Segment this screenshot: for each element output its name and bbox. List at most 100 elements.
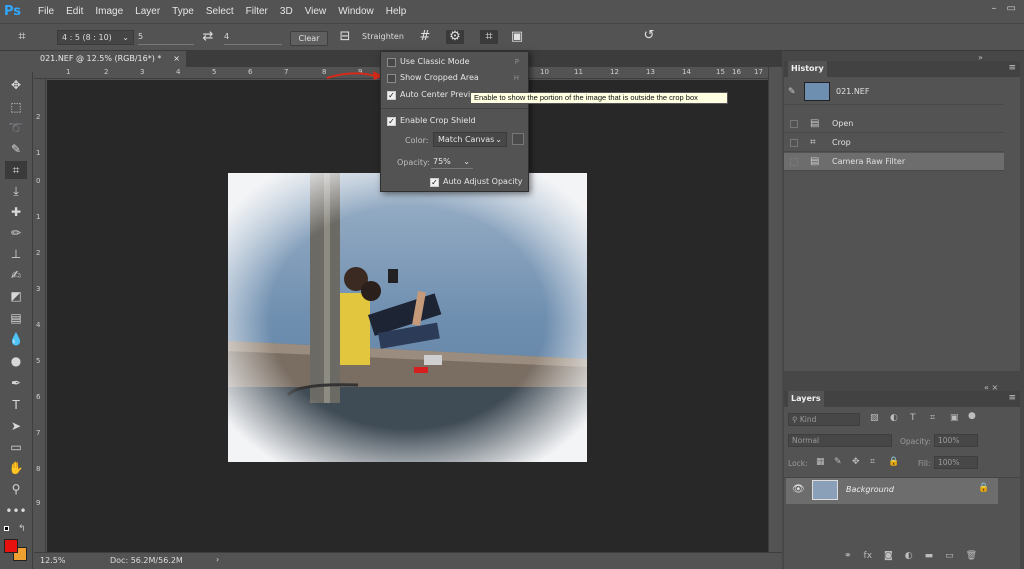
add-mask-icon[interactable]: ◙ xyxy=(884,551,893,567)
menu-window[interactable]: Window xyxy=(338,6,374,17)
use-classic-mode-option[interactable]: Use Classic Mode P xyxy=(387,56,527,68)
lock-position-icon[interactable]: ✥ xyxy=(852,457,860,467)
checkbox-checked[interactable]: ✓ xyxy=(387,116,396,126)
shape-filter-icon[interactable]: ⌗ xyxy=(930,413,935,423)
layers-panel-title[interactable]: Layers xyxy=(788,391,824,407)
blend-mode-select[interactable]: Normal xyxy=(788,434,892,447)
swap-dimensions-icon[interactable]: ⇄ xyxy=(200,30,216,44)
trash-icon[interactable]: 🗑 xyxy=(966,551,977,567)
color-select[interactable]: Match Canvas ⌄ xyxy=(433,132,507,147)
history-item[interactable]: ▤ Open xyxy=(784,115,1004,133)
show-cropped-area-option[interactable]: Show Cropped Area H xyxy=(387,72,527,84)
clear-button[interactable]: Clear xyxy=(290,31,328,46)
lasso-tool-icon[interactable]: ➰ xyxy=(5,119,27,137)
layer-fill-input[interactable]: 100% xyxy=(934,456,978,469)
blur-tool-icon[interactable]: 💧 xyxy=(5,330,27,348)
menu-filter[interactable]: Filter xyxy=(246,6,268,17)
healing-brush-tool-icon[interactable]: ✚ xyxy=(5,203,27,221)
menu-select[interactable]: Select xyxy=(206,6,234,17)
minimize-button[interactable]: – xyxy=(992,3,997,14)
checkbox[interactable] xyxy=(387,73,396,83)
color-swatch[interactable] xyxy=(512,133,524,145)
gradient-tool-icon[interactable]: ▤ xyxy=(5,309,27,327)
layer-opacity-input[interactable]: 100% xyxy=(934,434,978,447)
menu-image[interactable]: Image xyxy=(95,6,123,17)
reset-icon[interactable]: ↺ xyxy=(640,29,658,43)
vertical-scrollbar[interactable] xyxy=(768,67,782,552)
status-menu-arrow[interactable]: › xyxy=(216,555,219,564)
canvas-image[interactable] xyxy=(228,173,587,462)
straighten-icon[interactable]: ⊟ xyxy=(336,30,354,44)
menu-type[interactable]: Type xyxy=(172,6,194,17)
content-aware-icon[interactable]: ▣ xyxy=(508,30,526,44)
eye-icon[interactable]: 👁 xyxy=(792,484,805,495)
close-icon[interactable]: × xyxy=(173,51,180,67)
image-filter-icon[interactable]: ▨ xyxy=(870,413,879,423)
lock-transparency-icon[interactable]: ▦ xyxy=(816,457,825,467)
history-source-checkbox[interactable] xyxy=(790,139,798,147)
dodge-tool-icon[interactable]: ● xyxy=(5,352,27,370)
panel-menu-icon[interactable]: ≡ xyxy=(1008,393,1016,403)
menu-view[interactable]: View xyxy=(305,6,327,17)
checkbox-checked[interactable]: ✓ xyxy=(430,177,439,187)
move-tool-icon[interactable]: ✥ xyxy=(5,76,27,94)
crop-height-input[interactable]: 4 xyxy=(224,30,282,45)
panel-menu-icon[interactable]: ≡ xyxy=(1008,63,1016,73)
eraser-tool-icon[interactable]: ◩ xyxy=(5,287,27,305)
menu-edit[interactable]: Edit xyxy=(66,6,83,17)
auto-adjust-opacity-option[interactable]: ✓ Auto Adjust Opacity xyxy=(430,176,526,188)
opacity-select[interactable]: 75% ⌄ xyxy=(431,155,473,169)
history-item[interactable]: ⌗ Crop xyxy=(784,134,1004,152)
zoom-level[interactable]: 12.5% xyxy=(40,556,65,565)
more-tools-icon[interactable]: ••• xyxy=(5,502,27,520)
type-tool-icon[interactable]: T xyxy=(5,396,27,414)
layer-name[interactable]: Background xyxy=(846,485,894,494)
restore-button[interactable]: ▭ xyxy=(1007,3,1016,14)
enable-crop-shield-option[interactable]: ✓ Enable Crop Shield xyxy=(387,115,527,127)
crop-tool-preset-icon[interactable]: ⌗ xyxy=(12,30,32,44)
type-filter-icon[interactable]: T xyxy=(910,413,916,423)
filter-toggle-icon[interactable]: ● xyxy=(968,411,976,421)
menu-help[interactable]: Help xyxy=(386,6,407,17)
layer-filter-select[interactable]: ⚲ Kind xyxy=(788,413,860,426)
pen-tool-icon[interactable]: ✒ xyxy=(5,374,27,392)
lock-artboard-icon[interactable]: ⌗ xyxy=(870,457,875,467)
default-colors-icon[interactable] xyxy=(4,526,12,534)
smart-object-filter-icon[interactable]: ▣ xyxy=(950,413,959,423)
history-source-checkbox[interactable] xyxy=(790,158,798,166)
history-brush-tool-icon[interactable]: ✍ xyxy=(5,266,27,284)
menu-3d[interactable]: 3D xyxy=(280,6,293,17)
fx-icon[interactable]: fx xyxy=(864,551,873,567)
adjustment-layer-icon[interactable]: ◐ xyxy=(905,551,913,567)
adjustment-filter-icon[interactable]: ◐ xyxy=(890,413,898,423)
eyedropper-tool-icon[interactable]: ⤓ xyxy=(5,182,27,200)
rectangle-tool-icon[interactable]: ▭ xyxy=(5,438,27,456)
new-group-icon[interactable]: ▬ xyxy=(925,551,934,567)
hand-tool-icon[interactable]: ✋ xyxy=(5,459,27,477)
history-snapshot[interactable]: ✎ 021.NEF xyxy=(784,79,1004,105)
link-layers-icon[interactable]: ⚭ xyxy=(844,551,852,567)
history-item-selected[interactable]: ▤ Camera Raw Filter xyxy=(784,153,1004,171)
history-panel-title[interactable]: History xyxy=(788,61,827,77)
new-layer-icon[interactable]: ▭ xyxy=(945,551,954,567)
marquee-tool-icon[interactable]: ⬚ xyxy=(5,98,27,116)
quick-select-tool-icon[interactable]: ✎ xyxy=(5,140,27,158)
gear-icon[interactable]: ⚙ xyxy=(446,30,464,44)
zoom-tool-icon[interactable]: ⚲ xyxy=(5,480,27,498)
menu-layer[interactable]: Layer xyxy=(135,6,160,17)
crop-width-input[interactable]: 5 xyxy=(138,30,194,45)
delete-cropped-pixels-icon[interactable]: ⌗ xyxy=(480,30,498,44)
swap-colors-icon[interactable]: ↰ xyxy=(18,524,26,534)
overlay-grid-icon[interactable]: # xyxy=(416,30,434,44)
checkbox-checked[interactable]: ✓ xyxy=(387,90,396,100)
layer-row[interactable]: 👁 Background 🔒 xyxy=(786,478,998,504)
lock-pixels-icon[interactable]: ✎ xyxy=(834,457,842,467)
lock-all-icon[interactable]: 🔒 xyxy=(888,457,899,467)
crop-ratio-select[interactable]: 4 : 5 (8 : 10) ⌄ xyxy=(57,30,134,45)
history-source-checkbox[interactable] xyxy=(790,120,798,128)
clone-stamp-tool-icon[interactable]: ⊥ xyxy=(5,245,27,263)
history-brush-source-icon[interactable]: ✎ xyxy=(788,79,796,105)
crop-tool-icon[interactable]: ⌗ xyxy=(5,161,27,179)
menu-file[interactable]: File xyxy=(38,6,54,17)
checkbox[interactable] xyxy=(387,57,396,67)
